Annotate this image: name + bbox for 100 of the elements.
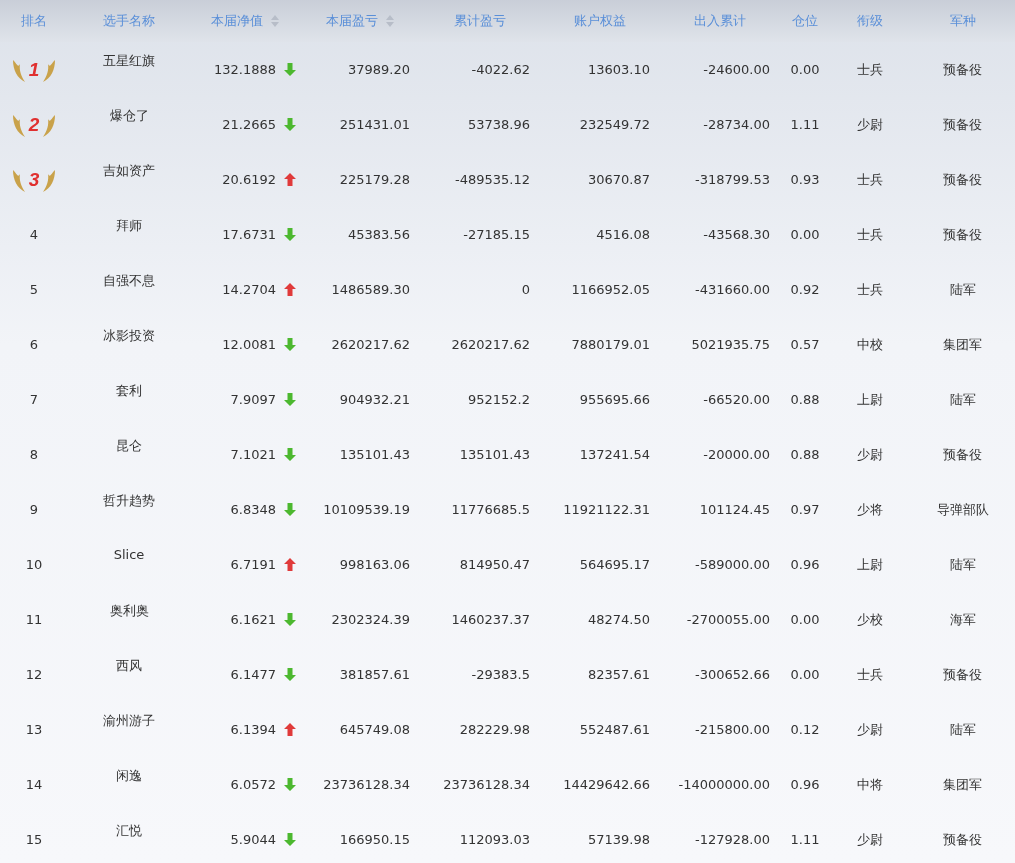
table-cell-text: 0.96 xyxy=(789,557,821,572)
table-cell-text: 预备役 xyxy=(942,445,983,464)
table-cell-text: 998163.06 xyxy=(338,557,411,572)
table-cell-text: 135101.43 xyxy=(338,447,411,462)
table-cell-text: 381857.61 xyxy=(338,667,411,682)
table-cell-text: 上尉 xyxy=(856,390,884,409)
table-cell-text: 陆军 xyxy=(948,280,977,299)
table-cell-text: 1460237.37 xyxy=(450,612,531,627)
table-cell-text: 预备役 xyxy=(942,115,983,134)
table-cell-text: 2620217.62 xyxy=(450,337,531,352)
table-cell: 7.9097 xyxy=(230,392,276,407)
table-cell-text: 士兵 xyxy=(856,170,884,189)
table-cell-text: 112093.03 xyxy=(458,832,531,847)
table-cell-text: 82357.61 xyxy=(586,667,651,682)
table-cell-text: -2700055.00 xyxy=(685,612,771,627)
table-cell-text: 11776685.5 xyxy=(450,502,531,517)
table-cell-text: 导弹部队 xyxy=(935,500,990,519)
table-cell-text: -215800.00 xyxy=(694,722,771,737)
table-cell-text: 1.11 xyxy=(789,832,821,847)
player-name: 套利 xyxy=(115,382,143,400)
table-cell-text: 11921122.31 xyxy=(562,502,651,517)
table-cell-text: 814950.47 xyxy=(458,557,531,572)
table-cell-text: 1.11 xyxy=(789,117,821,132)
column-header: 军种 xyxy=(949,12,976,30)
sort-icon[interactable] xyxy=(271,15,279,27)
table-cell: 132.1888 xyxy=(213,62,276,77)
table-cell-text: 陆军 xyxy=(948,555,977,574)
table-cell-text: 少尉 xyxy=(856,115,884,134)
player-name: 拜师 xyxy=(115,217,143,235)
player-name: 吉如资产 xyxy=(102,162,156,180)
table-cell: 20.6192 xyxy=(222,172,276,187)
table-cell-text: 陆军 xyxy=(948,720,977,739)
table-cell-text: 士兵 xyxy=(856,280,884,299)
table-cell-text: 2302324.39 xyxy=(330,612,411,627)
table-cell: 21.2665 xyxy=(222,117,276,132)
table-cell-text: 14429642.66 xyxy=(562,777,651,792)
table-cell-text: -29383.5 xyxy=(470,667,531,682)
table-cell-text: 预备役 xyxy=(942,60,983,79)
table-cell-text: 中校 xyxy=(856,335,884,354)
table-cell-text: -589000.00 xyxy=(694,557,771,572)
table-cell-text: 少将 xyxy=(856,500,884,519)
table-cell-text: 集团军 xyxy=(942,335,983,354)
table-cell-text: 少尉 xyxy=(856,720,884,739)
player-name: Slice xyxy=(112,546,146,562)
table-cell-text: 陆军 xyxy=(948,390,977,409)
table-cell: 17.6731 xyxy=(222,227,276,242)
table-cell-text: 166950.15 xyxy=(338,832,411,847)
column-header[interactable]: 本届盈亏 xyxy=(326,12,378,30)
table-cell-text: 0.88 xyxy=(789,392,821,407)
table-cell-text: 5021935.75 xyxy=(690,337,771,352)
player-name: 奥利奥 xyxy=(108,602,150,620)
table-cell-text: 0.00 xyxy=(789,62,821,77)
table-cell: 6.7191 xyxy=(230,557,276,572)
table-cell-text: -24600.00 xyxy=(702,62,771,77)
table-cell-text: 13603.10 xyxy=(586,62,651,77)
table-cell-text: 1486589.30 xyxy=(330,282,411,297)
table-cell-text: -28734.00 xyxy=(702,117,771,132)
player-name: 渝州游子 xyxy=(102,712,156,730)
table-cell-text: 中将 xyxy=(856,775,884,794)
sort-icon[interactable] xyxy=(386,15,394,27)
table-cell-text: 7880179.01 xyxy=(570,337,651,352)
table-cell: 6.1394 xyxy=(230,722,276,737)
table-cell-text: 30670.87 xyxy=(586,172,651,187)
table-cell-text: -489535.12 xyxy=(454,172,531,187)
table-cell-text: 士兵 xyxy=(856,60,884,79)
table-cell: 14.2704 xyxy=(222,282,276,297)
table-cell-text: 0.57 xyxy=(789,337,821,352)
rank-cell-text: 14 xyxy=(24,777,44,792)
table-cell-text: 预备役 xyxy=(942,665,983,684)
table-cell-text: 10109539.19 xyxy=(322,502,411,517)
table-cell-text: 少尉 xyxy=(856,830,884,849)
table-cell-text: 0.88 xyxy=(789,447,821,462)
table-cell-text: 23736128.34 xyxy=(322,777,411,792)
table-cell-text: 552487.61 xyxy=(578,722,651,737)
player-name: 五星红旗 xyxy=(102,52,156,70)
table-cell-text: 0.93 xyxy=(789,172,821,187)
table-cell-text: 904932.21 xyxy=(338,392,411,407)
table-cell-text: -300652.66 xyxy=(694,667,771,682)
table-cell-text: 0.12 xyxy=(789,722,821,737)
table-cell: 6.8348 xyxy=(230,502,276,517)
table-cell-text: -431660.00 xyxy=(694,282,771,297)
table-cell-text: 101124.45 xyxy=(698,502,771,517)
rank-cell-text: 5 xyxy=(28,282,40,297)
table-cell-text: 225179.28 xyxy=(338,172,411,187)
column-header: 仓位 xyxy=(792,12,818,30)
table-cell-text: 预备役 xyxy=(942,225,983,244)
table-cell-text: 士兵 xyxy=(856,665,884,684)
table-cell-text: 0 xyxy=(520,282,531,297)
table-cell-text: 37989.20 xyxy=(346,62,411,77)
rank-cell-text: 15 xyxy=(24,832,44,847)
table-cell-text: 282229.98 xyxy=(458,722,531,737)
table-cell-text: 232549.72 xyxy=(578,117,651,132)
table-cell-text: 952152.2 xyxy=(466,392,531,407)
table-cell-text: -20000.00 xyxy=(702,447,771,462)
table-cell-text: 0.00 xyxy=(789,667,821,682)
column-header[interactable]: 本届净值 xyxy=(211,12,263,30)
rank-cell-text: 6 xyxy=(28,337,40,352)
column-header: 选手名称 xyxy=(103,12,155,30)
table-cell-text: -4022.62 xyxy=(470,62,531,77)
rank-cell-text: 9 xyxy=(28,502,40,517)
